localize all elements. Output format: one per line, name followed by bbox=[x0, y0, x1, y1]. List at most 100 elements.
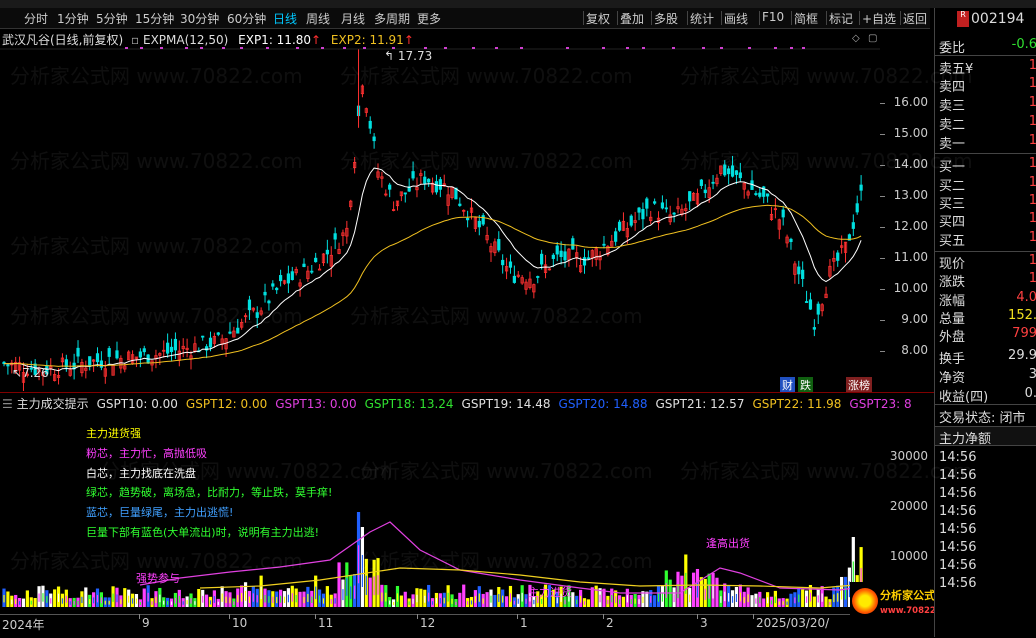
volume-bar-core bbox=[280, 595, 282, 603]
tick-time-label: 14:56 bbox=[939, 504, 977, 519]
buy-level-value: 1 bbox=[1028, 193, 1036, 208]
candle-body bbox=[808, 299, 813, 310]
volume-bar-core bbox=[821, 593, 823, 602]
volume-bar-core bbox=[443, 597, 445, 604]
candle-body bbox=[314, 257, 318, 263]
sub-indicator-title[interactable]: 主力成交提示 bbox=[17, 397, 89, 411]
candle-body bbox=[333, 233, 337, 240]
signal-dot bbox=[626, 47, 629, 49]
volume-bar-core bbox=[770, 600, 773, 605]
toolbar-button[interactable]: +自选 bbox=[862, 10, 896, 27]
panel-divider bbox=[0, 392, 934, 393]
period-tab[interactable]: 周线 bbox=[306, 10, 330, 27]
gspt-value: GSPT20: 14.88 bbox=[558, 397, 648, 411]
candle-body bbox=[286, 273, 291, 284]
volume-tick-label: 30000 bbox=[889, 449, 928, 463]
volume-bar-core bbox=[509, 593, 512, 602]
volume-bar-core bbox=[252, 593, 254, 602]
toolbar-button[interactable]: F10 bbox=[762, 10, 784, 24]
site-logo: 分析家公式网 www.70822.com bbox=[850, 582, 959, 634]
price-tick-label: 15.00 bbox=[893, 126, 928, 140]
volume-bar-core bbox=[15, 599, 17, 604]
volume-bar-core bbox=[34, 601, 36, 605]
volume-bar-core bbox=[272, 596, 274, 604]
volume-bar-core bbox=[225, 596, 227, 604]
volume-bar-core bbox=[502, 595, 504, 603]
volume-bar-core bbox=[139, 602, 141, 606]
volume-bar-core bbox=[128, 595, 130, 603]
volume-bar-core bbox=[96, 594, 99, 603]
period-tab[interactable]: 30分钟 bbox=[180, 10, 219, 27]
tick-time-label: 14:56 bbox=[939, 522, 977, 537]
volume-bar-core bbox=[202, 595, 204, 603]
volume-bar-core bbox=[716, 587, 718, 600]
volume-bar-core bbox=[494, 599, 496, 604]
fall-marker[interactable]: 跌 bbox=[798, 377, 813, 393]
toolbar-button[interactable]: 画线 bbox=[724, 10, 748, 27]
volume-bar-core bbox=[431, 601, 434, 605]
toolbar-button[interactable]: 复权 bbox=[586, 10, 610, 27]
toolbar-button[interactable]: 统计 bbox=[690, 10, 714, 27]
volume-bar-core bbox=[155, 596, 157, 604]
period-tab[interactable]: 1分钟 bbox=[57, 10, 89, 27]
time-tick bbox=[139, 614, 140, 619]
limit-up-marker[interactable]: 涨榜 bbox=[846, 377, 872, 393]
gspt-value: GSPT10: 0.00 bbox=[96, 397, 178, 411]
volume-bar-core bbox=[700, 587, 702, 600]
candle-body bbox=[688, 191, 692, 202]
volume-bar-core bbox=[579, 595, 582, 603]
stock-code[interactable]: 002194 bbox=[971, 11, 1024, 27]
candle-body bbox=[801, 269, 805, 280]
candle-body bbox=[138, 351, 142, 358]
period-tab[interactable]: 5分钟 bbox=[96, 10, 128, 27]
collapse-icon[interactable]: ▫ bbox=[131, 33, 139, 47]
volume-bar-core bbox=[65, 595, 67, 603]
period-tab[interactable]: 日线 bbox=[273, 10, 297, 27]
volume-bar-core bbox=[689, 594, 691, 603]
period-toolbar: 分时 1分钟 5分钟 15分钟 30分钟 60分钟 日线 周线 月线 多周期 更多 复权 叠加 多股 统计画… bbox=[0, 8, 930, 29]
period-tab[interactable]: 多周期 bbox=[374, 10, 410, 27]
candlestick-chart[interactable]: ◇ ▢ bbox=[0, 29, 934, 391]
sell-level-value: 1 bbox=[1028, 95, 1036, 110]
rzrq-badge-icon: R bbox=[957, 11, 969, 27]
volume-bar-core bbox=[81, 596, 83, 604]
candle-body bbox=[855, 203, 859, 213]
volume-bar-core bbox=[389, 600, 391, 605]
period-tab[interactable]: 15分钟 bbox=[135, 10, 174, 27]
menu-icon[interactable]: ☰ bbox=[2, 397, 17, 411]
divider bbox=[935, 153, 1036, 154]
toolbar-button[interactable]: 简框 bbox=[794, 10, 818, 27]
price-tick bbox=[880, 227, 885, 228]
volume-bar-core bbox=[186, 600, 188, 605]
period-tab[interactable]: 更多 bbox=[417, 10, 441, 27]
volume-bar-core bbox=[295, 594, 297, 603]
candle-body bbox=[477, 220, 481, 228]
indicator-name[interactable]: EXPMA(12,50) bbox=[143, 33, 228, 47]
trade-status-label: 交易状态: 闭市 bbox=[939, 411, 1026, 426]
volume-bar-core bbox=[30, 600, 32, 605]
main-chart-header: 武汉凡谷(日线,前复权) ▫ EXPMA(12,50) EXP1: 11.80↑… bbox=[2, 31, 414, 48]
toolbar-button[interactable]: 叠加 bbox=[620, 10, 644, 27]
buy-level-label: 买五 bbox=[939, 234, 966, 249]
volume-bar-core bbox=[346, 578, 348, 596]
volume-bar-core bbox=[3, 595, 5, 603]
toolbar-button[interactable]: 返回 bbox=[903, 10, 927, 27]
period-tab[interactable]: 分时 bbox=[24, 10, 48, 27]
volume-bar-core bbox=[170, 601, 173, 605]
candle-body bbox=[6, 364, 10, 367]
finance-marker[interactable]: 财 bbox=[780, 377, 795, 393]
period-tab[interactable]: 60分钟 bbox=[227, 10, 266, 27]
volume-bar-core bbox=[809, 592, 812, 602]
volume-bar-core bbox=[361, 555, 364, 587]
volume-bar-core bbox=[233, 601, 235, 605]
tick-time-label: 14:56 bbox=[939, 558, 977, 573]
sell-level-label: 卖五¥ bbox=[939, 62, 974, 77]
signal-dot bbox=[790, 47, 793, 49]
toolbar-button[interactable]: 多股 bbox=[654, 10, 678, 27]
toolbar-button[interactable]: 标记 bbox=[829, 10, 853, 27]
period-tab[interactable]: 月线 bbox=[341, 10, 365, 27]
exp1-line bbox=[3, 167, 862, 372]
volume-bar-core bbox=[73, 601, 75, 605]
annotation-sell-high: 逢高出货 bbox=[706, 537, 750, 550]
volume-bar-core bbox=[591, 594, 593, 603]
